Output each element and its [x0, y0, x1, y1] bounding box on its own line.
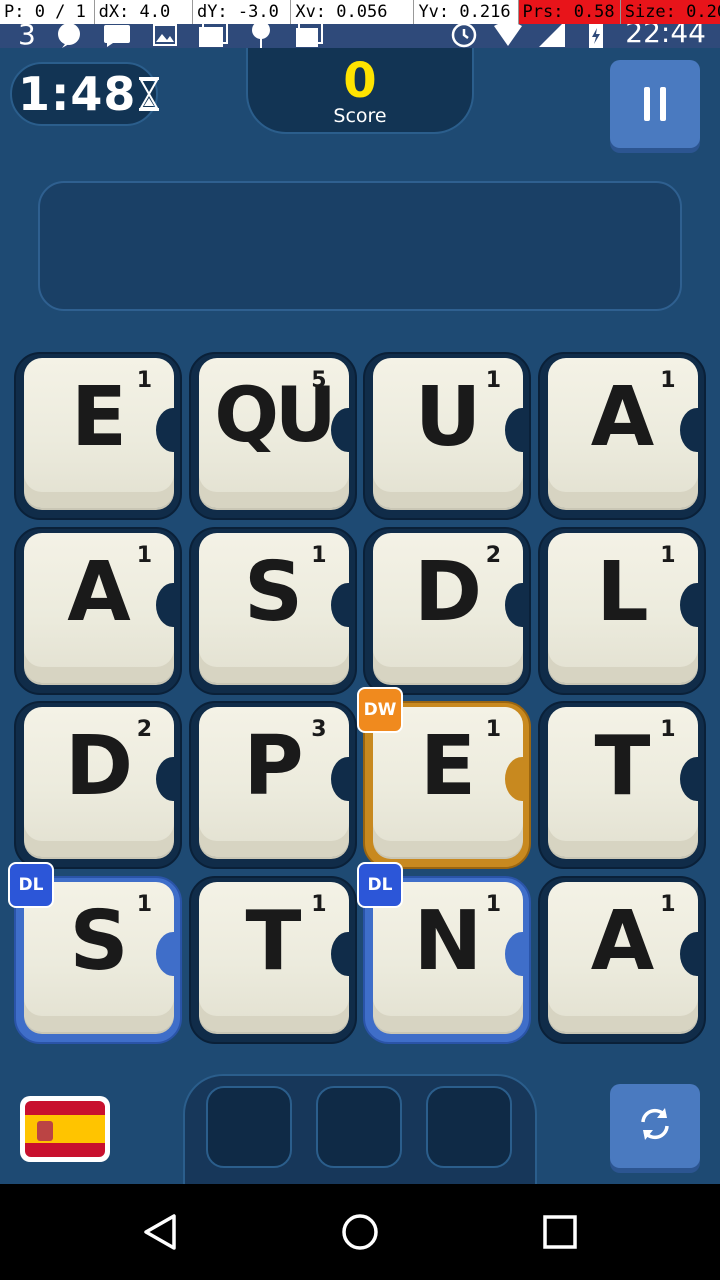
letter-tile[interactable]: A1 [537, 875, 706, 1044]
tile-points: 1 [660, 717, 676, 742]
dl-bonus-badge: DL [357, 861, 403, 908]
letter-tile[interactable]: U1 [363, 352, 531, 520]
chat-icon [54, 20, 84, 50]
tray-slot-1[interactable] [206, 1086, 292, 1168]
hourglass-icon [138, 76, 160, 112]
tile-points: 1 [660, 542, 676, 568]
tile-face: D2 [24, 707, 174, 857]
back-button[interactable] [134, 1206, 186, 1258]
letter-tile[interactable]: T1 [537, 701, 706, 869]
tile-points: 3 [311, 717, 327, 742]
timer-value: 1:48 [18, 67, 137, 121]
score-value: 0 [343, 53, 377, 109]
letter-tile[interactable]: QU 5 [188, 352, 357, 520]
tile-points: 1 [485, 717, 501, 742]
letter-tile[interactable]: D2 [14, 701, 182, 869]
gallery-icon [198, 20, 228, 50]
spain-flag-icon [25, 1101, 105, 1157]
tile-points: 1 [485, 368, 501, 393]
language-button[interactable] [20, 1096, 110, 1162]
current-word-display [38, 181, 682, 311]
shuffle-button[interactable] [610, 1084, 700, 1168]
debug-pointer: P: 0 / 1 [0, 0, 95, 24]
countdown-timer: 1:48 [10, 62, 160, 126]
letter-tile[interactable]: S1 [188, 526, 357, 695]
tile-points: 1 [660, 891, 676, 917]
tile-points: 1 [136, 891, 152, 917]
debug-dx: dX: 4.0 [94, 0, 193, 24]
letter-tile[interactable]: P3 [188, 701, 357, 869]
score-label: Score [333, 105, 387, 127]
letter-tile[interactable]: A1 [14, 526, 182, 695]
tray-slot-2[interactable] [316, 1086, 402, 1168]
debug-size: Size: 0.20 [620, 0, 720, 24]
location-icon [246, 20, 276, 50]
debug-xv: Xv: 0.056 [291, 0, 415, 24]
tile-points: 1 [660, 368, 676, 393]
tile-points: 1 [136, 542, 152, 568]
letter-tile[interactable]: D2 [363, 526, 531, 695]
pause-button[interactable] [610, 60, 700, 148]
pointer-debug-overlay: P: 0 / 1 dX: 4.0 dY: -3.0 Xv: 0.056 Yv: … [0, 0, 720, 24]
letter-tile[interactable]: A1 [537, 352, 706, 520]
tile-face: D2 [373, 532, 523, 683]
tile-face: T1 [547, 707, 698, 857]
tile-face: A1 [547, 881, 698, 1032]
tile-points: 1 [485, 891, 501, 917]
letter-tile[interactable]: T1 [188, 875, 357, 1044]
back-icon [144, 1214, 176, 1250]
debug-dy: dY: -3.0 [192, 0, 292, 24]
tile-points: 1 [311, 891, 327, 917]
tile-points: 2 [485, 542, 501, 568]
tile-face: P3 [198, 707, 349, 857]
tile-face: L1 [547, 532, 698, 683]
tile-face: QU 5 [198, 358, 349, 508]
download-icon [294, 20, 324, 50]
home-icon [342, 1214, 378, 1250]
refresh-icon [635, 1104, 675, 1148]
recents-icon [543, 1215, 577, 1249]
letter-board: E 1 QU 5 U 1 A 1 A 1 S 1 D 2 L 1 D 2 P 3 E 1 DW T 1 S 1 DL T 1 N 1 DL A 1 [8, 352, 706, 1046]
tile-face: U1 [373, 358, 523, 508]
tile-points: 2 [136, 717, 152, 742]
tile-face: E1 [24, 358, 174, 508]
tile-face: S1 [198, 532, 349, 683]
tile-face: A1 [24, 532, 174, 683]
android-nav-bar [0, 1184, 720, 1280]
debug-prs: Prs: 0.58 [518, 0, 621, 24]
tile-face: T1 [198, 881, 349, 1032]
tile-face: A1 [547, 358, 698, 508]
message-icon [102, 20, 132, 50]
letter-tile[interactable]: E1 [14, 352, 182, 520]
pause-icon [644, 87, 666, 121]
tray-slot-3[interactable] [426, 1086, 512, 1168]
home-button[interactable] [334, 1206, 386, 1258]
letter-tile[interactable]: L1 [537, 526, 706, 695]
dw-bonus-badge: DW [357, 687, 403, 733]
tile-points: 1 [311, 542, 327, 568]
score-panel: 0 Score [246, 48, 474, 134]
tile-points: 5 [311, 368, 327, 393]
debug-yv: Yv: 0.216 [414, 0, 519, 24]
tile-points: 1 [136, 368, 152, 393]
dl-bonus-badge: DL [8, 861, 54, 908]
recents-button[interactable] [534, 1206, 586, 1258]
image-icon [150, 20, 180, 50]
